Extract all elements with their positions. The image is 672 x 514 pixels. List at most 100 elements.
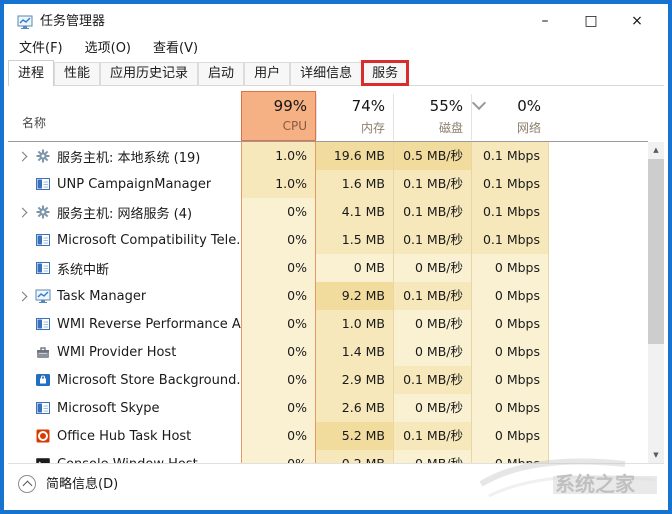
disk-value[interactable]: 0 MB/秒 bbox=[393, 450, 471, 464]
tab-0[interactable]: 进程 bbox=[8, 60, 55, 86]
table-row[interactable]: 系统中断 0% 0 MB 0 MB/秒 0 Mbps bbox=[8, 254, 648, 282]
tab-2[interactable]: 应用历史记录 bbox=[100, 62, 199, 85]
table-row[interactable]: Task Manager 0% 9.2 MB 0.1 MB/秒 0 Mbps bbox=[8, 282, 648, 310]
cpu-value[interactable]: 0% bbox=[241, 394, 316, 422]
expand-chevron-icon[interactable] bbox=[8, 282, 35, 310]
close-button[interactable]: × bbox=[614, 8, 660, 36]
network-value[interactable]: 0 Mbps bbox=[471, 282, 549, 310]
memory-value[interactable]: 9.2 MB bbox=[316, 282, 393, 310]
disk-value[interactable]: 0.1 MB/秒 bbox=[393, 170, 471, 198]
menu-item-2[interactable]: 查看(V) bbox=[142, 38, 209, 60]
tab-4[interactable]: 用户 bbox=[244, 62, 291, 85]
expand-chevron-icon[interactable] bbox=[8, 198, 35, 226]
process-name-cell[interactable]: WMI Provider Host bbox=[8, 338, 241, 366]
scroll-up-icon[interactable]: ▲ bbox=[648, 142, 664, 159]
task-manager-icon bbox=[35, 288, 51, 304]
memory-value[interactable]: 1.0 MB bbox=[316, 310, 393, 338]
disk-value[interactable]: 0.1 MB/秒 bbox=[393, 422, 471, 450]
network-value[interactable]: 0 Mbps bbox=[471, 254, 549, 282]
cpu-value[interactable]: 0% bbox=[241, 338, 316, 366]
network-value[interactable]: 0 Mbps bbox=[471, 310, 549, 338]
disk-value[interactable]: 0 MB/秒 bbox=[393, 310, 471, 338]
scrollbar-thumb[interactable] bbox=[648, 159, 664, 344]
disk-value[interactable]: 0.1 MB/秒 bbox=[393, 198, 471, 226]
cpu-value[interactable]: 0% bbox=[241, 310, 316, 338]
cpu-value[interactable]: 0% bbox=[241, 366, 316, 394]
table-row[interactable]: WMI Reverse Performance A... 0% 1.0 MB 0 MB… bbox=[8, 310, 648, 338]
cpu-value[interactable]: 0% bbox=[241, 422, 316, 450]
table-row[interactable]: WMI Provider Host 0% 1.4 MB 0 MB/秒 0 Mbps bbox=[8, 338, 648, 366]
memory-value[interactable]: 2.6 MB bbox=[316, 394, 393, 422]
cpu-value[interactable]: 0% bbox=[241, 450, 316, 464]
process-name-cell[interactable]: 服务主机: 本地系统 (19) bbox=[8, 142, 241, 170]
memory-value[interactable]: 1.4 MB bbox=[316, 338, 393, 366]
table-row[interactable]: 服务主机: 网络服务 (4) 0% 4.1 MB 0.1 MB/秒 0.1 Mbps bbox=[8, 198, 648, 226]
disk-value[interactable]: 0 MB/秒 bbox=[393, 254, 471, 282]
cpu-value[interactable]: 1.0% bbox=[241, 170, 316, 198]
process-name-cell[interactable]: 系统中断 bbox=[8, 254, 241, 282]
menu-item-1[interactable]: 选项(O) bbox=[74, 38, 142, 60]
tab-3[interactable]: 启动 bbox=[198, 62, 245, 85]
cpu-value[interactable]: 0% bbox=[241, 198, 316, 226]
process-name-cell[interactable]: UNP CampaignManager bbox=[8, 170, 241, 198]
memory-value[interactable]: 19.6 MB bbox=[316, 142, 393, 170]
memory-value[interactable]: 2.9 MB bbox=[316, 366, 393, 394]
tab-1[interactable]: 性能 bbox=[54, 62, 101, 85]
network-value[interactable]: 0.1 Mbps bbox=[471, 226, 549, 254]
network-value[interactable]: 0.1 Mbps bbox=[471, 142, 549, 170]
network-value[interactable]: 0 Mbps bbox=[471, 450, 549, 464]
table-row[interactable]: Console Window Host 0% 0.2 MB 0 MB/秒 0 Mbps bbox=[8, 450, 648, 464]
process-name-cell[interactable]: Microsoft Skype bbox=[8, 394, 241, 422]
memory-value[interactable]: 4.1 MB bbox=[316, 198, 393, 226]
disk-value[interactable]: 0 MB/秒 bbox=[393, 394, 471, 422]
menu-item-0[interactable]: 文件(F) bbox=[8, 38, 74, 60]
expand-chevron-icon[interactable] bbox=[8, 142, 35, 170]
process-name-cell[interactable]: Console Window Host bbox=[8, 450, 241, 464]
table-row[interactable]: Office Hub Task Host 0% 5.2 MB 0.1 MB/秒 0 Mb… bbox=[8, 422, 648, 450]
network-value[interactable]: 0 Mbps bbox=[471, 394, 549, 422]
memory-value[interactable]: 1.6 MB bbox=[316, 170, 393, 198]
disk-value[interactable]: 0.1 MB/秒 bbox=[393, 366, 471, 394]
process-name-cell[interactable]: Microsoft Store Background... bbox=[8, 366, 241, 394]
column-header-name[interactable]: 名称 bbox=[22, 114, 46, 131]
memory-value[interactable]: 0 MB bbox=[316, 254, 393, 282]
cpu-value[interactable]: 0% bbox=[241, 254, 316, 282]
column-header-磁盘[interactable]: 55% 磁盘 bbox=[393, 94, 471, 140]
process-name-cell[interactable]: Office Hub Task Host bbox=[8, 422, 241, 450]
disk-value[interactable]: 0.1 MB/秒 bbox=[393, 282, 471, 310]
cpu-value[interactable]: 1.0% bbox=[241, 142, 316, 170]
table-row[interactable]: Microsoft Compatibility Tele... 0% 1.5 MB 0… bbox=[8, 226, 648, 254]
vertical-scrollbar[interactable]: ▲ ▼ bbox=[648, 142, 664, 464]
network-value[interactable]: 0.1 Mbps bbox=[471, 198, 549, 226]
table-row[interactable]: Microsoft Store Background... 0% 2.9 MB 0.1… bbox=[8, 366, 648, 394]
disk-value[interactable]: 0.5 MB/秒 bbox=[393, 142, 471, 170]
process-name-cell[interactable]: Microsoft Compatibility Tele... bbox=[8, 226, 241, 254]
maximize-button[interactable]: □ bbox=[568, 8, 614, 36]
scroll-down-icon[interactable]: ▼ bbox=[648, 447, 664, 464]
column-header-内存[interactable]: 74% 内存 bbox=[316, 94, 393, 140]
minimize-button[interactable]: – bbox=[522, 8, 568, 36]
disk-value[interactable]: 0 MB/秒 bbox=[393, 338, 471, 366]
cpu-value[interactable]: 0% bbox=[241, 282, 316, 310]
tab-6[interactable]: 服务 bbox=[361, 60, 410, 86]
network-value[interactable]: 0.1 Mbps bbox=[471, 170, 549, 198]
table-row[interactable]: 服务主机: 本地系统 (19) 1.0% 19.6 MB 0.5 MB/秒 0.1 Mb… bbox=[8, 142, 648, 170]
memory-value[interactable]: 1.5 MB bbox=[316, 226, 393, 254]
tab-5[interactable]: 详细信息 bbox=[290, 62, 363, 85]
table-row[interactable]: Microsoft Skype 0% 2.6 MB 0 MB/秒 0 Mbps bbox=[8, 394, 648, 422]
column-header-cpu[interactable]: 99% CPU bbox=[241, 91, 316, 141]
network-value[interactable]: 0 Mbps bbox=[471, 338, 549, 366]
process-name-cell[interactable]: 服务主机: 网络服务 (4) bbox=[8, 198, 241, 226]
network-value[interactable]: 0 Mbps bbox=[471, 366, 549, 394]
fewer-details-toggle[interactable]: 简略信息(D) bbox=[46, 464, 118, 505]
process-name-cell[interactable]: Task Manager bbox=[8, 282, 241, 310]
memory-value[interactable]: 0.2 MB bbox=[316, 450, 393, 464]
network-value[interactable]: 0 Mbps bbox=[471, 422, 549, 450]
memory-value[interactable]: 5.2 MB bbox=[316, 422, 393, 450]
table-row[interactable]: UNP CampaignManager 1.0% 1.6 MB 0.1 MB/秒 0.1… bbox=[8, 170, 648, 198]
disk-value[interactable]: 0.1 MB/秒 bbox=[393, 226, 471, 254]
chevron-up-circle-icon[interactable] bbox=[18, 475, 36, 493]
cpu-value[interactable]: 0% bbox=[241, 226, 316, 254]
process-name-cell[interactable]: WMI Reverse Performance A... bbox=[8, 310, 241, 338]
